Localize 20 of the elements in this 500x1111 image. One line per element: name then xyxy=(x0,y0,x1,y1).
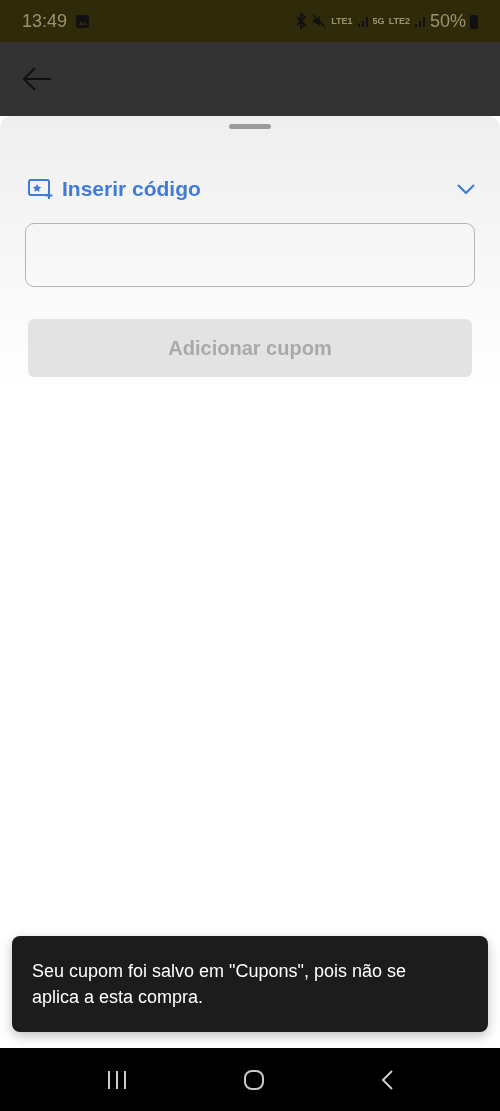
section-title[interactable]: Inserir código xyxy=(62,173,456,205)
back-icon[interactable] xyxy=(380,1068,395,1091)
chevron-down-icon[interactable] xyxy=(456,182,476,195)
battery-icon xyxy=(470,13,478,29)
coupon-icon xyxy=(28,177,54,200)
recent-apps-icon[interactable] xyxy=(105,1069,128,1090)
drag-handle[interactable] xyxy=(229,124,271,129)
signal-icon xyxy=(356,14,369,28)
network-label: LTE1 xyxy=(331,16,353,26)
home-icon[interactable] xyxy=(243,1068,265,1091)
network-label: LTE2 xyxy=(388,16,410,26)
battery-percent: 50% xyxy=(429,9,466,33)
bluetooth-icon xyxy=(295,13,308,29)
gallery-icon xyxy=(75,13,91,29)
status-time: 13:49 xyxy=(22,9,68,33)
network-label: 5G xyxy=(372,16,385,26)
signal-icon xyxy=(413,14,426,28)
mute-icon xyxy=(311,13,328,29)
code-input-field[interactable] xyxy=(25,222,475,287)
toast-message: Seu cupom foi salvo em "Cupons", pois não se aplica a esta compra. xyxy=(12,935,488,1032)
